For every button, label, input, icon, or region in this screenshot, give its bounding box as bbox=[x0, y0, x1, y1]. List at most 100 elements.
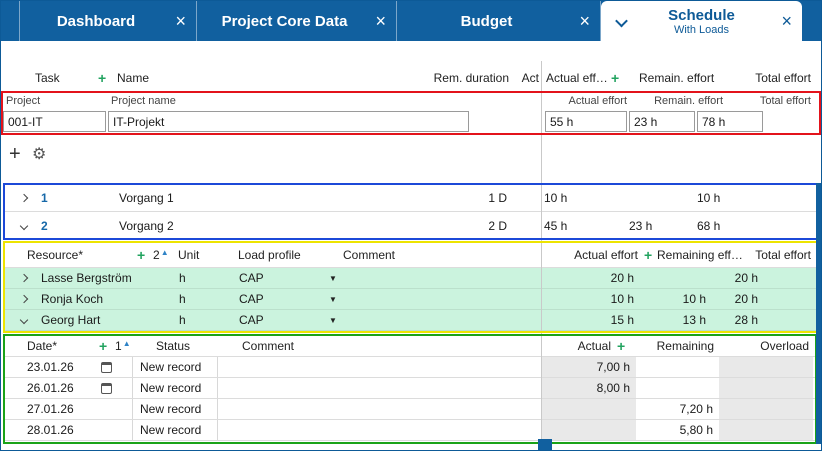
tab-label: Project Core Data bbox=[222, 13, 348, 30]
project-name-input[interactable]: IT-Projekt bbox=[108, 111, 469, 132]
col-date: Date* bbox=[27, 336, 57, 356]
date-value[interactable]: 28.01.26 bbox=[27, 420, 74, 440]
add-actual-button[interactable]: + bbox=[617, 336, 625, 356]
load-profile-value[interactable]: CAP bbox=[239, 268, 264, 288]
chevron-right-icon bbox=[20, 194, 28, 202]
task-rem-duration: 1 D bbox=[419, 185, 507, 211]
task-total-effort: 10 h bbox=[697, 185, 720, 211]
date-value[interactable]: 26.01.26 bbox=[27, 378, 74, 398]
table-row-task-2[interactable]: 2 Vorgang 2 2 D 45 h 23 h 68 h bbox=[5, 212, 819, 239]
dropdown-arrow-icon[interactable]: ▼ bbox=[329, 289, 337, 309]
load-profile-value[interactable]: CAP bbox=[239, 289, 264, 309]
add-remaining-button[interactable]: + bbox=[644, 243, 652, 267]
table-row-date-3[interactable]: 27.01.26 New record 7,20 h bbox=[5, 399, 819, 420]
remaining-cell[interactable] bbox=[636, 378, 719, 398]
tab-dashboard[interactable]: Dashboard × bbox=[19, 1, 196, 41]
col-actual-effort: Actual eff… bbox=[546, 65, 608, 91]
project-remain-effort-field[interactable]: 23 h bbox=[629, 111, 695, 132]
resource-remaining-effort bbox=[641, 268, 706, 288]
sort-number: 2 bbox=[153, 248, 160, 262]
tab-label-group: Schedule With Loads bbox=[668, 7, 735, 36]
date-value[interactable]: 27.01.26 bbox=[27, 399, 74, 419]
col-act-truncated: Act bbox=[517, 65, 539, 91]
add-effort-button[interactable]: + bbox=[611, 65, 619, 91]
resource-sort-indicator[interactable]: 2▲ bbox=[153, 243, 169, 267]
comment-cell[interactable] bbox=[218, 357, 541, 377]
col-project-name: Project name bbox=[111, 93, 176, 109]
remaining-cell[interactable] bbox=[636, 357, 719, 377]
table-row-resource-2[interactable]: Ronja Koch h CAP ▼ 10 h 10 h 20 h bbox=[5, 289, 819, 310]
load-profile-value[interactable]: CAP bbox=[239, 310, 264, 330]
add-task-button[interactable]: + bbox=[98, 65, 106, 91]
dropdown-arrow-icon[interactable]: ▼ bbox=[329, 268, 337, 288]
table-row-resource-1[interactable]: Lasse Bergström h CAP ▼ 20 h 20 h bbox=[5, 268, 819, 289]
table-row-date-2[interactable]: 26.01.26 New record 8,00 h bbox=[5, 378, 819, 399]
resource-total-effort: 20 h bbox=[703, 268, 758, 288]
tab-budget[interactable]: Budget × bbox=[396, 1, 601, 41]
col-total-effort: Total effort bbox=[733, 65, 811, 91]
col-project-remain-effort: Remain. effort bbox=[633, 93, 723, 109]
add-date-button[interactable]: + bbox=[99, 336, 107, 356]
chevron-down-icon bbox=[20, 221, 28, 229]
status-cell[interactable]: New record bbox=[132, 357, 218, 377]
close-icon[interactable]: × bbox=[781, 12, 792, 30]
sort-number: 1 bbox=[115, 339, 122, 353]
close-icon[interactable]: × bbox=[579, 12, 590, 30]
vertical-scrollbar[interactable] bbox=[816, 183, 822, 444]
dropdown-arrow-icon[interactable]: ▼ bbox=[329, 310, 337, 330]
table-row-resource-3[interactable]: Georg Hart h CAP ▼ 15 h 13 h 28 h bbox=[5, 310, 819, 331]
remaining-cell[interactable]: 5,80 h bbox=[636, 420, 719, 440]
status-cell[interactable]: New record bbox=[132, 399, 218, 419]
actual-cell[interactable] bbox=[541, 399, 636, 419]
collapse-chevron[interactable] bbox=[21, 212, 27, 239]
scrollbar-thumb[interactable] bbox=[538, 439, 552, 450]
expand-chevron[interactable] bbox=[21, 289, 27, 309]
tab-label: Budget bbox=[461, 13, 513, 30]
date-value[interactable]: 23.01.26 bbox=[27, 357, 74, 377]
calendar-glyph bbox=[101, 383, 112, 394]
status-cell[interactable]: New record bbox=[132, 420, 218, 440]
tab-project-core-data[interactable]: Project Core Data × bbox=[196, 1, 396, 41]
table-row-date-1[interactable]: 23.01.26 New record 7,00 h bbox=[5, 357, 819, 378]
tab-menu-chevron[interactable] bbox=[617, 13, 626, 30]
actual-cell[interactable] bbox=[541, 420, 636, 440]
task-toolbar: + ⚙ bbox=[1, 139, 822, 169]
date-header-row: Date* + 1▲ Status Comment Actual + Remai… bbox=[5, 336, 819, 357]
tab-bar: Dashboard × Project Core Data × Budget ×… bbox=[1, 1, 822, 41]
expand-chevron[interactable] bbox=[21, 185, 27, 211]
close-icon[interactable]: × bbox=[175, 12, 186, 30]
overload-cell bbox=[719, 378, 813, 398]
collapse-chevron[interactable] bbox=[21, 310, 27, 330]
table-row-date-4[interactable]: 28.01.26 New record 5,80 h bbox=[5, 420, 819, 441]
comment-cell[interactable] bbox=[218, 378, 541, 398]
resource-remaining-effort: 13 h bbox=[641, 310, 706, 330]
actual-cell[interactable]: 8,00 h bbox=[541, 378, 636, 398]
calendar-icon[interactable] bbox=[101, 378, 112, 398]
col-remain-effort: Remain. effort bbox=[639, 65, 714, 91]
project-code-input[interactable]: 001-IT bbox=[3, 111, 106, 132]
add-row-button[interactable]: + bbox=[9, 139, 21, 169]
add-resource-button[interactable]: + bbox=[137, 243, 145, 267]
gear-icon[interactable]: ⚙ bbox=[32, 139, 46, 169]
tab-schedule[interactable]: Schedule With Loads × bbox=[601, 1, 802, 41]
status-cell[interactable]: New record bbox=[132, 378, 218, 398]
comment-cell[interactable] bbox=[218, 399, 541, 419]
expand-chevron[interactable] bbox=[21, 268, 27, 288]
project-header-row: Project Project name Actual effort Remai… bbox=[1, 93, 822, 109]
col-resource: Resource* bbox=[27, 243, 83, 267]
task-number: 2 bbox=[41, 212, 48, 239]
date-sort-indicator[interactable]: 1▲ bbox=[115, 336, 131, 356]
table-row-task-1[interactable]: 1 Vorgang 1 1 D 10 h 10 h bbox=[5, 185, 819, 212]
project-row: 001-IT IT-Projekt 55 h 23 h 78 h bbox=[1, 111, 822, 132]
pane-splitter[interactable] bbox=[541, 61, 542, 444]
col-project: Project bbox=[6, 93, 40, 109]
resource-header-row: Resource* + 2▲ Unit Load profile Comment… bbox=[5, 243, 819, 268]
project-total-effort-field[interactable]: 78 h bbox=[697, 111, 763, 132]
calendar-icon[interactable] bbox=[101, 357, 112, 377]
chevron-down-icon bbox=[20, 316, 28, 324]
actual-cell[interactable]: 7,00 h bbox=[541, 357, 636, 377]
project-actual-effort-field[interactable]: 55 h bbox=[545, 111, 627, 132]
remaining-cell[interactable]: 7,20 h bbox=[636, 399, 719, 419]
close-icon[interactable]: × bbox=[375, 12, 386, 30]
comment-cell[interactable] bbox=[218, 420, 541, 440]
